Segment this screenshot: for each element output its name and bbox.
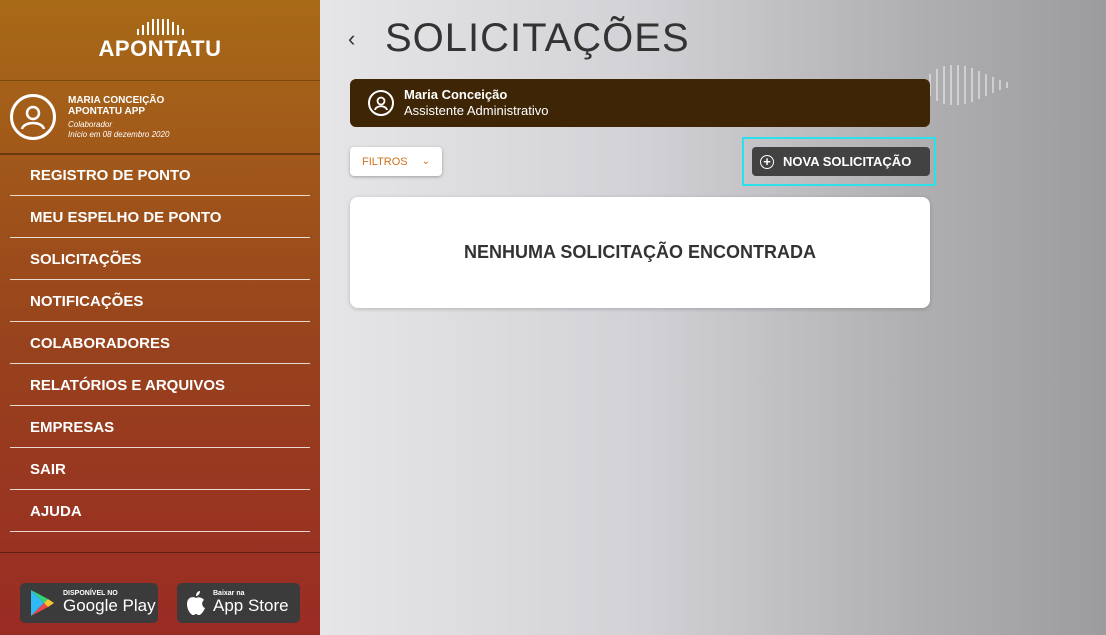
profile-card: MARIA CONCEIçãO APONTATU APP Colaborador… [0, 81, 320, 155]
app-root: APONTATU MARIA CONCEIçãO APONTATU APP Co… [0, 0, 1106, 635]
menu-item-notificacoes[interactable]: NOTIFICAÇÕES [10, 281, 310, 322]
decorative-wave-icon [922, 60, 1008, 110]
menu-item-colaboradores[interactable]: COLABORADORES [10, 323, 310, 364]
user-avatar-icon [368, 90, 394, 116]
brand-logo[interactable]: APONTATU [0, 0, 320, 81]
profile-company: APONTATU APP [68, 105, 146, 117]
app-store-big-label: App Store [213, 596, 289, 616]
menu-item-solicitacoes[interactable]: SOLICITAÇÕES [10, 239, 310, 280]
menu-item-meu-espelho-de-ponto[interactable]: MEU ESPELHO DE PONTO [10, 197, 310, 238]
menu-item-ajuda[interactable]: AJUDA [10, 491, 310, 532]
profile-role: Colaborador [68, 119, 113, 129]
google-play-button[interactable]: DISPONÍVEL NO Google Play [20, 583, 158, 623]
store-badges: DISPONÍVEL NO Google Play Baixar na App … [0, 552, 320, 635]
main-content: ‹ SOLICITAÇÕES Maria Conceição Assistent… [320, 0, 1106, 635]
current-user-bar: Maria Conceição Assistente Administrativ… [350, 79, 930, 127]
google-play-big-label: Google Play [63, 596, 156, 616]
google-play-icon [31, 590, 54, 616]
plus-circle-icon: + [760, 154, 774, 169]
brand-name: APONTATU [98, 35, 222, 61]
brand-bars-icon [136, 18, 184, 35]
new-request-label: NOVA SOLICITAÇÃO [783, 154, 912, 169]
menu-item-sair[interactable]: SAIR [10, 449, 310, 490]
sidebar-menu: REGISTRO DE PONTO MEU ESPELHO DE PONTO S… [0, 155, 320, 532]
current-user-name: Maria Conceição [404, 87, 508, 103]
new-request-button[interactable]: + NOVA SOLICITAÇÃO [752, 147, 930, 176]
user-avatar-icon [10, 94, 56, 140]
menu-item-registro-de-ponto[interactable]: REGISTRO DE PONTO [10, 155, 310, 196]
profile-since: Início em 08 dezembro 2020 [68, 129, 170, 139]
profile-name: MARIA CONCEIçãO [68, 94, 165, 106]
filters-label: FILTROS [362, 155, 408, 168]
filters-dropdown[interactable]: FILTROS ⌄ [350, 147, 442, 176]
app-store-button[interactable]: Baixar na App Store [177, 583, 300, 623]
chevron-down-icon: ⌄ [421, 156, 431, 167]
apple-icon [187, 591, 205, 615]
menu-item-empresas[interactable]: EMPRESAS [10, 407, 310, 448]
new-request-highlight: + NOVA SOLICITAÇÃO [742, 137, 936, 186]
empty-state-message: NENHUMA SOLICITAÇÃO ENCONTRADA [464, 242, 816, 262]
menu-item-relatorios-e-arquivos[interactable]: RELATÓRIOS E ARQUIVOS [10, 365, 310, 406]
sidebar: APONTATU MARIA CONCEIçãO APONTATU APP Co… [0, 0, 320, 635]
current-user-role: Assistente Administrativo [404, 103, 549, 118]
back-chevron-icon[interactable]: ‹ [348, 26, 355, 52]
page-title: SOLICITAÇÕES [385, 16, 690, 60]
empty-state-card: NENHUMA SOLICITAÇÃO ENCONTRADA [350, 197, 930, 308]
